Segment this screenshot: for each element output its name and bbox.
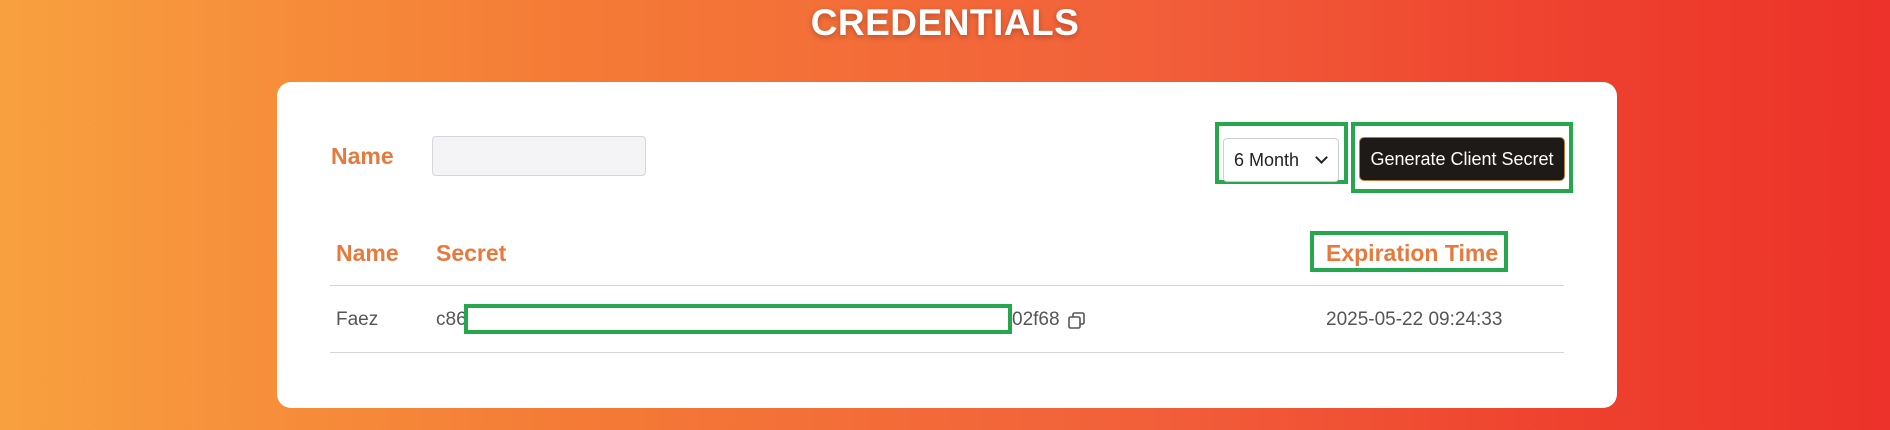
secret-redaction-box [464, 304, 1012, 334]
credentials-card: Name 6 Month Generate Client Secret Name… [277, 82, 1617, 408]
name-label: Name [331, 143, 394, 169]
page-title: CREDENTIALS [810, 2, 1080, 43]
chevron-down-icon [1315, 151, 1328, 164]
column-header-secret: Secret [436, 240, 507, 266]
copy-icon[interactable] [1067, 311, 1087, 331]
name-input[interactable] [432, 136, 646, 176]
column-header-name: Name [336, 240, 399, 266]
table-header-divider [330, 285, 1564, 286]
cell-secret-start: c86 [436, 309, 467, 330]
cell-secret-end: 02f68 [1012, 309, 1060, 330]
duration-select-value: 6 Month [1234, 149, 1300, 170]
cell-name: Faez [336, 309, 379, 330]
table-row-divider [330, 352, 1564, 353]
cell-expiration: 2025-05-22 09:24:33 [1326, 309, 1503, 330]
generate-client-secret-button[interactable]: Generate Client Secret [1359, 137, 1565, 181]
duration-select[interactable]: 6 Month [1223, 138, 1339, 182]
column-header-expiration: Expiration Time [1326, 240, 1499, 266]
